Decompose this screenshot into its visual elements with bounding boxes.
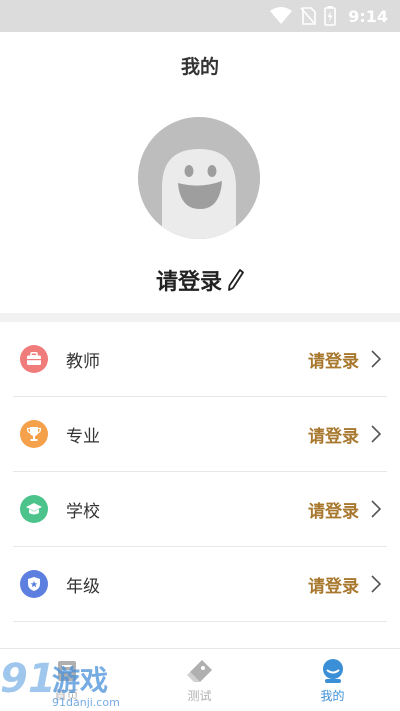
list-item-value[interactable]: 请登录 [308, 347, 359, 372]
list-item-major[interactable]: 专业 请登录 [13, 397, 387, 472]
list-item-label: 专业 [66, 426, 100, 447]
trophy-icon [20, 420, 48, 448]
info-list: 教师 请登录 专业 请登录 学校 请登录 年级 请登录 [0, 322, 400, 648]
bottom-tab-bar: 首页 测试 我的 [0, 648, 400, 711]
list-item-value[interactable]: 请登录 [308, 497, 359, 522]
ghost-avatar-icon[interactable] [138, 117, 260, 239]
no-sim-icon [300, 7, 317, 25]
login-prompt[interactable]: 请登录 [0, 264, 400, 296]
status-time: 9:14 [348, 6, 388, 26]
tab-label: 首页 [54, 687, 79, 702]
list-item-value[interactable]: 请登录 [308, 572, 359, 597]
list-item-teacher[interactable]: 教师 请登录 [13, 322, 387, 397]
tab-home[interactable]: 首页 [0, 649, 133, 711]
login-label[interactable]: 请登录 [156, 264, 222, 296]
page-title: 我的 [180, 56, 219, 78]
chevron-right-icon [371, 350, 382, 368]
badge-icon [20, 570, 48, 598]
home-icon [57, 660, 76, 681]
briefcase-icon [20, 345, 48, 373]
tab-label: 测试 [187, 688, 212, 703]
list-item-value[interactable]: 请登录 [308, 422, 359, 447]
tab-label: 我的 [320, 688, 345, 703]
list-item-label: 学校 [66, 501, 100, 522]
tab-test[interactable]: 测试 [133, 649, 266, 711]
chevron-right-icon [371, 425, 382, 443]
list-item-school[interactable]: 学校 请登录 [13, 472, 387, 547]
chevron-right-icon [371, 500, 382, 518]
list-item-label: 教师 [66, 351, 100, 372]
list-item-grade[interactable]: 年级 请登录 [13, 547, 387, 622]
chevron-right-icon [371, 575, 382, 593]
battery-charging-icon [324, 6, 337, 26]
list-item-label: 年级 [66, 576, 100, 597]
pencil-icon[interactable] [228, 269, 244, 291]
tab-mine[interactable]: 我的 [266, 649, 399, 711]
status-bar: 9:14 [0, 0, 400, 32]
eraser-icon [186, 659, 212, 682]
profile-icon [322, 658, 343, 683]
graduation-cap-icon [20, 495, 48, 523]
profile-panel: 我的 请登录 [0, 32, 400, 313]
wifi-icon [270, 7, 293, 24]
